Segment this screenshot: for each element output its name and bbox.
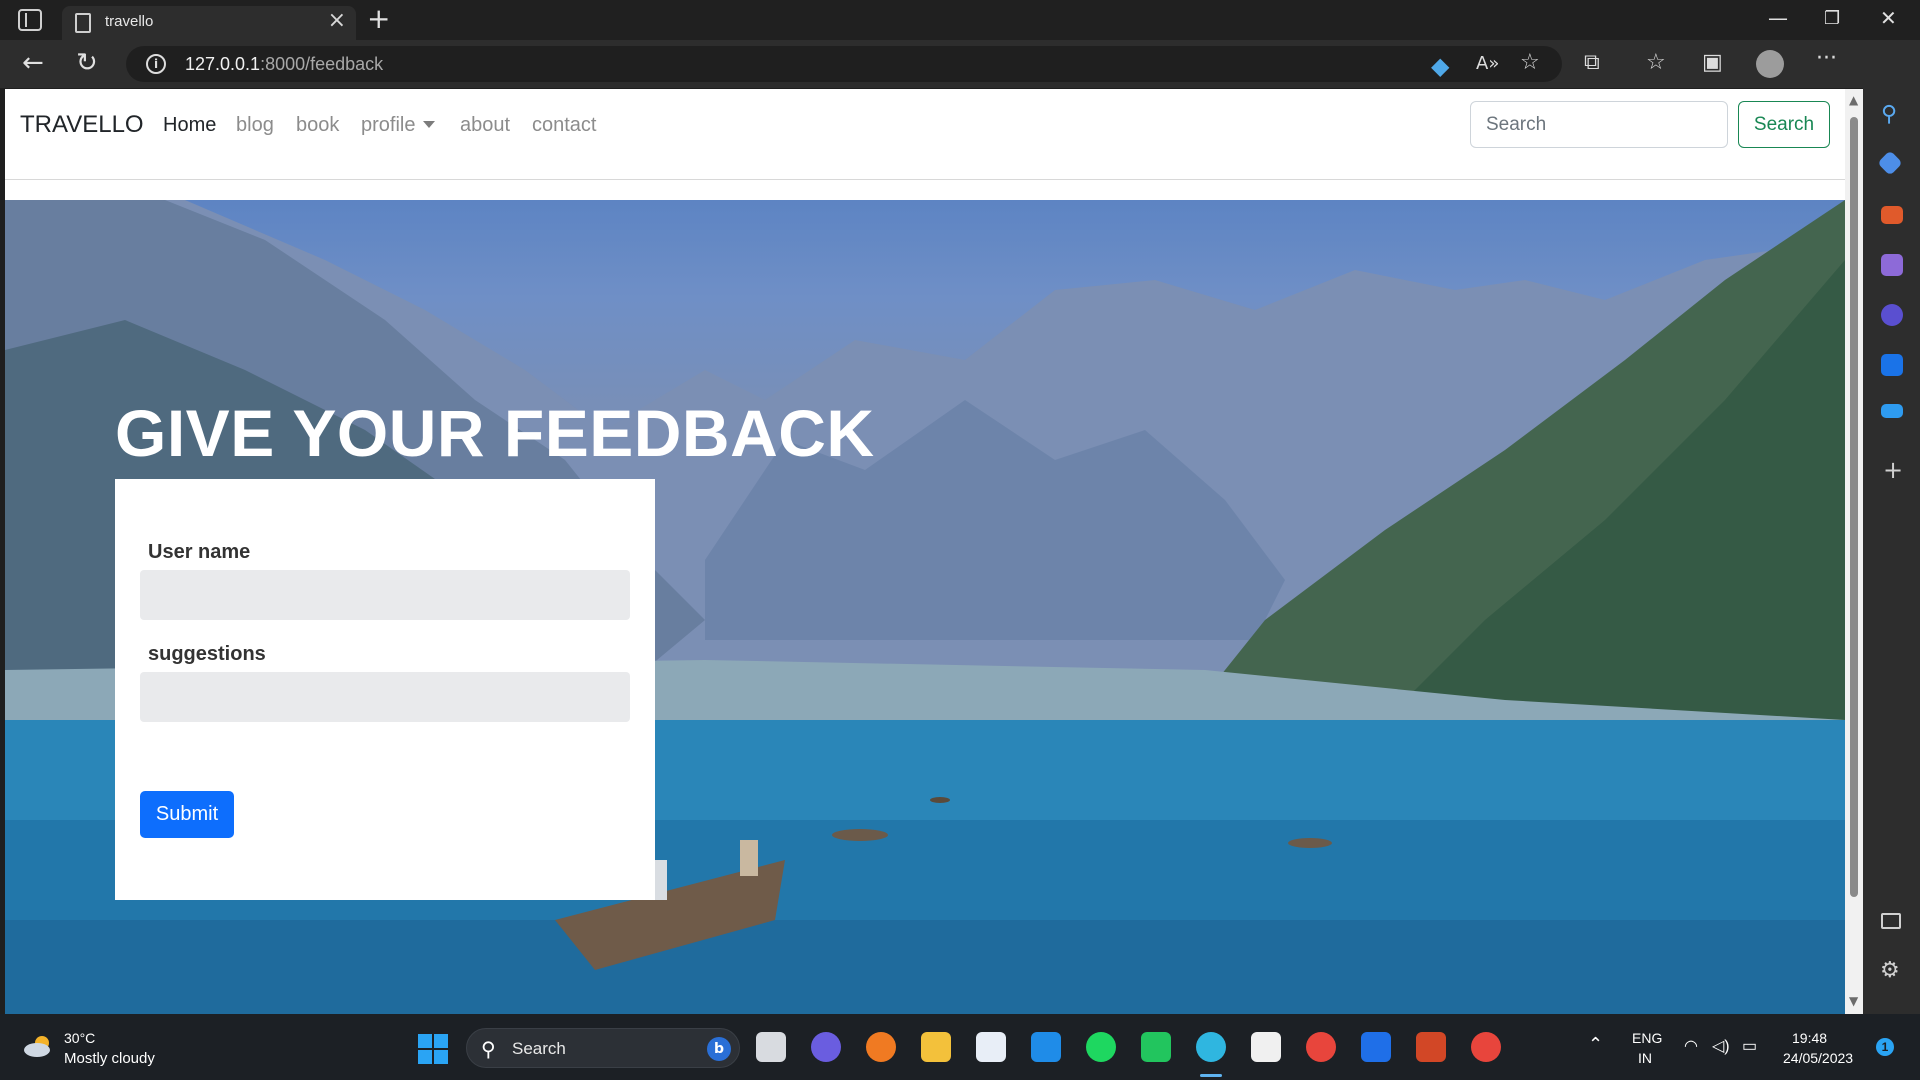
nav-home[interactable]: Home — [163, 114, 216, 137]
taskbar-search[interactable]: ⚲ Search b — [466, 1028, 740, 1068]
vscode-icon[interactable] — [1031, 1032, 1061, 1062]
more-options-icon[interactable]: ··· — [1816, 46, 1837, 71]
page-icon — [75, 13, 91, 33]
site-info-icon[interactable]: i — [146, 54, 166, 74]
games-icon[interactable] — [1881, 254, 1903, 276]
region-indicator[interactable]: IN — [1638, 1050, 1652, 1066]
web-page: TRAVELLO Home blog book profile about co… — [5, 89, 1845, 1014]
read-aloud-icon[interactable]: A» — [1476, 53, 1499, 74]
show-hidden-icons-icon[interactable]: ⌃ — [1588, 1034, 1603, 1055]
page-heading: GIVE YOUR FEEDBACK — [115, 396, 875, 470]
task-view-icon[interactable] — [756, 1032, 786, 1062]
page-scrollbar[interactable]: ▲ ▼ — [1845, 89, 1863, 1014]
taskbar-search-label: Search — [512, 1039, 566, 1058]
clock-time[interactable]: 19:48 — [1792, 1030, 1827, 1046]
search-input[interactable] — [1470, 101, 1728, 148]
windows-start-icon[interactable] — [418, 1034, 448, 1064]
bing-icon: b — [707, 1037, 731, 1061]
microsoft-store-icon[interactable] — [976, 1032, 1006, 1062]
teams-chat-icon[interactable] — [811, 1032, 841, 1062]
tab-actions-icon[interactable] — [18, 9, 42, 31]
shopping-icon[interactable] — [1877, 150, 1903, 176]
nav-book[interactable]: book — [296, 114, 339, 137]
nav-blog[interactable]: blog — [236, 114, 274, 137]
scroll-down-icon[interactable]: ▼ — [1849, 994, 1858, 1008]
chrome-icon[interactable] — [1306, 1032, 1336, 1062]
sidebar-toggle-icon[interactable] — [1881, 913, 1901, 929]
windows-taskbar: 30°C Mostly cloudy ⚲ Search b ⌃ ENG IN ◠… — [0, 1014, 1920, 1080]
add-favorite-icon[interactable]: ☆ — [1520, 50, 1540, 75]
drop-icon[interactable] — [1881, 404, 1903, 418]
tools-icon[interactable] — [1881, 206, 1903, 224]
amazon-icon[interactable] — [1251, 1032, 1281, 1062]
add-icon[interactable]: + — [1883, 456, 1903, 484]
username-input[interactable] — [140, 570, 630, 620]
address-toolbar: ← ↻ i 127.0.0.1:8000/feedback ◆ A» ☆ ⧉ ☆… — [0, 40, 1920, 88]
battery-icon[interactable]: ▭ — [1742, 1036, 1757, 1056]
pycharm-icon[interactable] — [1141, 1032, 1171, 1062]
language-indicator[interactable]: ENG — [1632, 1030, 1662, 1046]
firefox-icon[interactable] — [866, 1032, 896, 1062]
address-bar[interactable]: i 127.0.0.1:8000/feedback ◆ A» ☆ — [126, 46, 1562, 82]
spotify-icon[interactable] — [1086, 1032, 1116, 1062]
suggestions-input[interactable] — [140, 672, 630, 722]
edge-sidebar: ⚲ + ⚙ — [1863, 40, 1920, 1014]
file-explorer-icon[interactable] — [921, 1032, 951, 1062]
search-icon[interactable]: ⚲ — [1881, 102, 1897, 127]
search-button[interactable]: Search — [1738, 101, 1830, 148]
powerpoint-icon[interactable] — [1416, 1032, 1446, 1062]
profile-avatar-icon[interactable] — [1756, 50, 1784, 78]
refresh-icon[interactable]: ↻ — [76, 48, 98, 78]
microsoft-365-icon[interactable] — [1881, 304, 1903, 326]
clock-date[interactable]: 24/05/2023 — [1783, 1050, 1853, 1066]
weather-description[interactable]: Mostly cloudy — [64, 1050, 155, 1067]
submit-button[interactable]: Submit — [140, 791, 234, 838]
new-tab-icon[interactable]: + — [367, 2, 390, 35]
hero-banner: GIVE YOUR FEEDBACK User name suggestions… — [5, 200, 1845, 1014]
edge-icon[interactable] — [1196, 1032, 1226, 1062]
search-icon: ⚲ — [481, 1037, 496, 1061]
settings-gear-icon[interactable]: ⚙ — [1880, 958, 1900, 983]
nav-profile-label: profile — [361, 114, 416, 136]
scrollbar-thumb[interactable] — [1850, 117, 1858, 897]
restore-icon[interactable]: ❐ — [1824, 8, 1840, 29]
extensions-icon[interactable]: ⧉ — [1584, 50, 1600, 75]
browser-tab-bar: travello × + — ❐ ✕ — [0, 0, 1920, 40]
weather-temperature[interactable]: 30°C — [64, 1030, 95, 1046]
close-window-icon[interactable]: ✕ — [1880, 6, 1897, 30]
cloudy-weather-icon[interactable] — [22, 1034, 56, 1058]
wifi-icon[interactable]: ◠ — [1684, 1036, 1698, 1056]
nav-contact[interactable]: contact — [532, 114, 596, 137]
minimize-icon[interactable]: — — [1768, 6, 1788, 30]
active-app-indicator — [1200, 1074, 1222, 1077]
close-tab-icon[interactable]: × — [328, 10, 346, 32]
dropbox-icon[interactable] — [1361, 1032, 1391, 1062]
feedback-form: User name suggestions Submit — [115, 479, 655, 900]
scroll-up-icon[interactable]: ▲ — [1849, 93, 1858, 107]
favorites-icon[interactable]: ☆ — [1646, 50, 1666, 75]
suggestions-label: suggestions — [148, 643, 266, 665]
outlook-icon[interactable] — [1881, 354, 1903, 376]
browser-tab[interactable]: travello × — [62, 6, 356, 40]
tab-title: travello — [105, 13, 154, 30]
brand-logo[interactable]: TRAVELLO — [20, 111, 144, 139]
nav-about[interactable]: about — [460, 114, 510, 137]
shopping-tag-icon[interactable]: ◆ — [1431, 52, 1449, 80]
nav-profile-dropdown[interactable]: profile — [361, 114, 436, 137]
back-icon[interactable]: ← — [22, 48, 44, 78]
volume-icon[interactable]: ◁) — [1712, 1036, 1730, 1056]
url-text[interactable]: 127.0.0.1:8000/feedback — [185, 54, 383, 75]
site-navbar: TRAVELLO Home blog book profile about co… — [5, 89, 1845, 180]
chevron-down-icon — [423, 120, 436, 128]
notification-badge[interactable]: 1 — [1876, 1038, 1894, 1056]
username-label: User name — [148, 541, 251, 563]
chrome-profile-icon[interactable] — [1471, 1032, 1501, 1062]
collections-icon[interactable]: ▣ — [1702, 50, 1723, 75]
